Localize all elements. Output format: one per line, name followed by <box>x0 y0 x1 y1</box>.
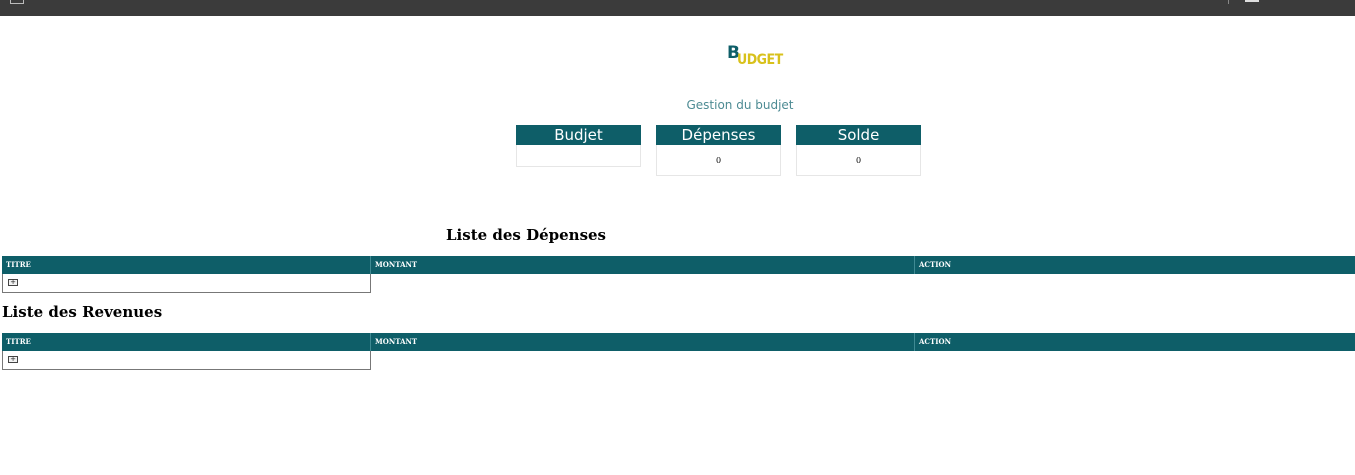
expenses-table: TITRE MONTANT ACTION + <box>2 256 1355 293</box>
grid-icon[interactable] <box>10 0 24 4</box>
column-header-montant: MONTANT <box>370 333 914 351</box>
expenses-add-row: + <box>2 274 371 293</box>
revenues-table-header: TITRE MONTANT ACTION <box>2 333 1355 351</box>
revenues-list-title: Liste des Revenues <box>2 303 163 321</box>
expenses-card: Dépenses 0 <box>656 125 781 176</box>
budget-logo: B UDGET <box>727 45 787 71</box>
add-expense-button[interactable]: + <box>8 279 18 286</box>
column-header-action: ACTION <box>914 333 1355 351</box>
logo-text: UDGET <box>737 52 783 68</box>
expenses-table-header: TITRE MONTANT ACTION <box>2 256 1355 274</box>
expenses-card-value: 0 <box>656 145 781 176</box>
browser-toolbar <box>0 0 1355 16</box>
column-header-montant: MONTANT <box>370 256 914 274</box>
page-subtitle: Gestion du budjet <box>686 98 794 112</box>
balance-card-value: 0 <box>796 145 921 176</box>
window-icon[interactable] <box>1245 0 1259 2</box>
expenses-list-title: Liste des Dépenses <box>446 226 607 244</box>
expenses-card-title: Dépenses <box>656 125 781 145</box>
budget-card-value <box>516 145 641 167</box>
toolbar-divider <box>1228 0 1229 4</box>
column-header-titre: TITRE <box>6 260 31 269</box>
revenues-add-row: + <box>2 351 371 370</box>
budget-card-title: Budjet <box>516 125 641 145</box>
column-header-action: ACTION <box>914 256 1355 274</box>
revenues-table: TITRE MONTANT ACTION + <box>2 333 1355 370</box>
budget-card: Budjet <box>516 125 641 167</box>
balance-card: Solde 0 <box>796 125 921 176</box>
add-revenue-button[interactable]: + <box>8 356 18 363</box>
balance-card-title: Solde <box>796 125 921 145</box>
column-header-titre: TITRE <box>6 337 31 346</box>
